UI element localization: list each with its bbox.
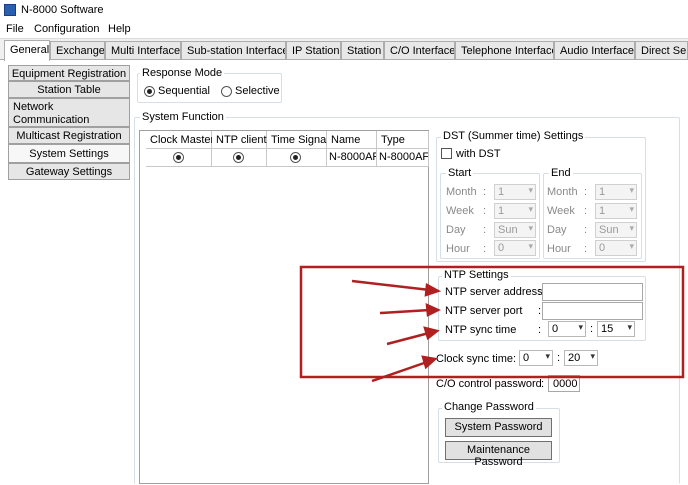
arrow-head-icon [421,355,438,370]
annotation-arrows [351,279,442,383]
highlight-box [299,265,685,379]
arrow-server-port [379,308,431,315]
arrow-head-icon [423,326,440,341]
annotation-overlay [299,265,685,383]
arrow-head-icon [424,283,442,297]
arrow-sync-time [386,331,430,346]
tab-general[interactable]: General [4,40,50,61]
arrow-server-address [351,279,431,292]
arrow-head-icon [425,302,441,317]
